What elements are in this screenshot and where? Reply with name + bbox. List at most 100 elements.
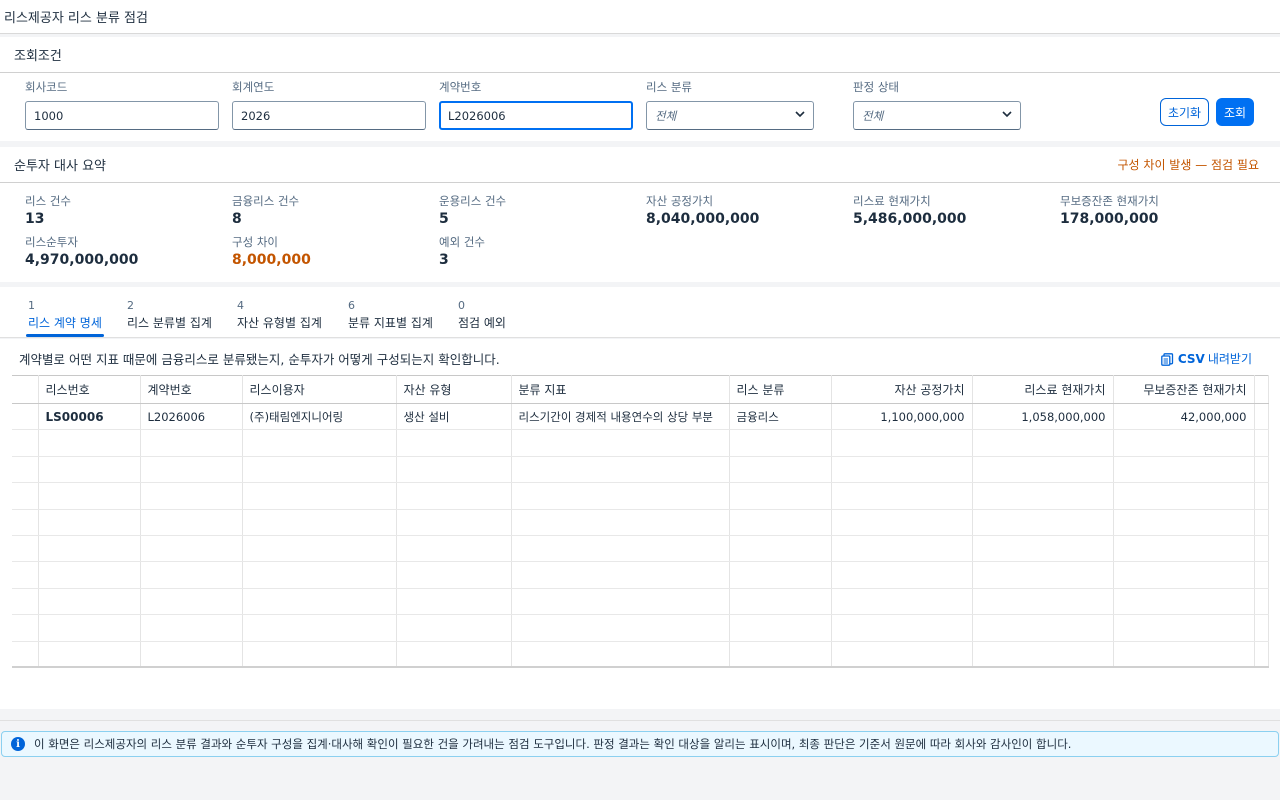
table-cell: LS00006 <box>38 403 141 431</box>
kpi-value: 5 <box>439 211 449 227</box>
kpi-label: 구성 차이 <box>232 235 278 249</box>
contract-detail-panel: 계약별로 어떤 지표 때문에 금융리스로 분류됐는지, 순투자가 어떻게 구성되… <box>0 339 1280 709</box>
kpi-label: 금융리스 건수 <box>232 194 300 208</box>
contract-no-input[interactable] <box>439 101 633 130</box>
kpi-label: 운용리스 건수 <box>439 194 507 208</box>
table-cell: 1,058,000,000 <box>972 403 1114 431</box>
kpi-lease-count: 리스 건수 13 <box>25 193 71 227</box>
kpi-lease-payment-pv: 리스료 현재가치 5,486,000,000 <box>853 193 966 227</box>
company-code-input[interactable] <box>25 101 219 130</box>
tab-bar: 1 리스 계약 명세 2 리스 분류별 집계 4 자산 유형별 집계 6 분류 … <box>0 287 1280 338</box>
tab-count: 1 <box>28 299 35 312</box>
table-row-empty <box>12 456 1269 484</box>
kpi-composition-difference: 구성 차이 8,000,000 <box>232 234 311 268</box>
kpi-value: 8,000,000 <box>232 252 311 268</box>
panel-description: 계약별로 어떤 지표 때문에 금융리스로 분류됐는지, 순투자가 어떻게 구성되… <box>19 352 500 367</box>
column-header[interactable]: 리스번호 <box>38 375 141 404</box>
table-cell <box>1254 403 1269 431</box>
tab-count: 2 <box>127 299 134 312</box>
kpi-operating-lease-count: 운용리스 건수 5 <box>439 193 506 227</box>
footer: i 이 화면은 리스제공자의 리스 분류 결과와 순투자 구성을 집계·대사해 … <box>0 720 1280 800</box>
kpi-label: 리스 건수 <box>25 194 71 208</box>
column-header[interactable]: 리스 분류 <box>729 375 832 404</box>
column-header[interactable]: 자산 유형 <box>396 375 512 404</box>
kpi-net-investment: 리스순투자 4,970,000,000 <box>25 234 138 268</box>
row-selector-header <box>12 375 39 404</box>
column-header[interactable]: 리스이용자 <box>242 375 397 404</box>
lease-class-value: 전체 <box>655 108 677 123</box>
lease-class-select[interactable]: 전체 <box>646 101 814 130</box>
column-header[interactable]: 분류 지표 <box>511 375 730 404</box>
row-selector[interactable] <box>12 403 39 431</box>
kpi-value: 5,486,000,000 <box>853 211 967 227</box>
tab-label: 분류 지표별 집계 <box>348 316 433 330</box>
company-code-field: 회사코드 <box>25 79 219 130</box>
table-cell: 금융리스 <box>729 403 832 431</box>
csv-label: CSV <box>1177 351 1205 366</box>
summary-warning: 구성 차이 발생 — 점검 필요 <box>1117 158 1259 172</box>
kpi-value: 8 <box>232 211 242 227</box>
kpi-finance-lease-count: 금융리스 건수 8 <box>232 193 299 227</box>
tab-inspection-exceptions[interactable]: 0 점검 예외 <box>458 299 506 331</box>
company-code-label: 회사코드 <box>25 80 68 94</box>
tab-by-classification-indicator[interactable]: 6 분류 지표별 집계 <box>348 299 433 331</box>
table-cell: 1,100,000,000 <box>831 403 973 431</box>
filler-header <box>1254 375 1269 404</box>
kpi-unguaranteed-residual-pv: 무보증잔존 현재가치 178,000,000 <box>1060 193 1159 227</box>
judge-status-select[interactable]: 전체 <box>853 101 1021 130</box>
lease-class-field: 리스 분류 전체 <box>646 79 814 130</box>
fiscal-year-field: 회계연도 <box>232 79 426 130</box>
judge-status-value: 전체 <box>862 108 884 123</box>
table-row-empty <box>12 561 1269 589</box>
table-cell: (주)태림엔지니어링 <box>242 403 397 431</box>
table-cell: 생산 설비 <box>396 403 512 431</box>
fiscal-year-label: 회계연도 <box>232 80 275 94</box>
tab-label: 자산 유형별 집계 <box>237 316 322 330</box>
table-row-empty <box>12 509 1269 536</box>
tab-by-asset-type[interactable]: 4 자산 유형별 집계 <box>237 299 322 331</box>
table-cell: 리스기간이 경제적 내용연수의 상당 부분 <box>511 403 730 431</box>
table-row-empty <box>12 482 1269 510</box>
tab-active-indicator <box>26 334 104 337</box>
table-row-empty <box>12 588 1269 616</box>
csv-download-button[interactable]: CSV 내려받기 <box>1161 350 1252 367</box>
table-row[interactable]: LS00006 L2026006 (주)태림엔지니어링 생산 설비 리스기간이 … <box>12 403 1269 431</box>
summary-header: 순투자 대사 요약 구성 차이 발생 — 점검 필요 <box>0 147 1280 183</box>
app-title-bar: 리스제공자 리스 분류 점검 <box>0 0 1280 34</box>
search-button[interactable]: 조회 <box>1216 98 1254 126</box>
tab-label: 점검 예외 <box>458 316 506 330</box>
reset-button[interactable]: 초기화 <box>1160 98 1209 126</box>
judge-status-label: 판정 상태 <box>853 80 899 94</box>
chevron-down-icon <box>795 110 805 121</box>
kpi-label: 무보증잔존 현재가치 <box>1060 194 1159 208</box>
column-header[interactable]: 리스료 현재가치 <box>972 375 1114 404</box>
tab-label: 리스 분류별 집계 <box>127 316 212 330</box>
table-row-empty <box>12 429 1269 457</box>
column-header[interactable]: 계약번호 <box>140 375 243 404</box>
kpi-value: 178,000,000 <box>1060 211 1159 227</box>
judge-status-field: 판정 상태 전체 <box>853 79 1021 130</box>
info-icon: i <box>11 737 25 751</box>
kpi-asset-fair-value: 자산 공정가치 8,040,000,000 <box>646 193 759 227</box>
table-cell: L2026006 <box>140 403 243 431</box>
kpi-value: 8,040,000,000 <box>646 211 760 227</box>
table-row-empty <box>12 641 1269 669</box>
kpi-label: 리스순투자 <box>25 235 78 249</box>
csv-suffix: 내려받기 <box>1207 352 1252 366</box>
tab-lease-contract-detail[interactable]: 1 리스 계약 명세 <box>28 299 102 331</box>
filter-title: 조회조건 <box>14 49 62 64</box>
table-row-empty <box>12 614 1269 642</box>
kpi-label: 리스료 현재가치 <box>853 194 931 208</box>
tab-by-lease-class[interactable]: 2 리스 분류별 집계 <box>127 299 212 331</box>
column-header[interactable]: 자산 공정가치 <box>831 375 973 404</box>
kpi-label: 자산 공정가치 <box>646 194 714 208</box>
tab-label: 리스 계약 명세 <box>28 316 102 330</box>
kpi-label: 예외 건수 <box>439 235 485 249</box>
tab-count: 6 <box>348 299 355 312</box>
info-message-text: 이 화면은 리스제공자의 리스 분류 결과와 순투자 구성을 집계·대사해 확인… <box>34 737 1072 751</box>
table-header-row: 리스번호 계약번호 리스이용자 자산 유형 분류 지표 리스 분류 자산 공정가… <box>12 375 1269 404</box>
column-header[interactable]: 무보증잔존 현재가치 <box>1113 375 1255 404</box>
fiscal-year-input[interactable] <box>232 101 426 130</box>
contract-no-label: 계약번호 <box>439 80 482 94</box>
table-row-empty <box>12 535 1269 563</box>
